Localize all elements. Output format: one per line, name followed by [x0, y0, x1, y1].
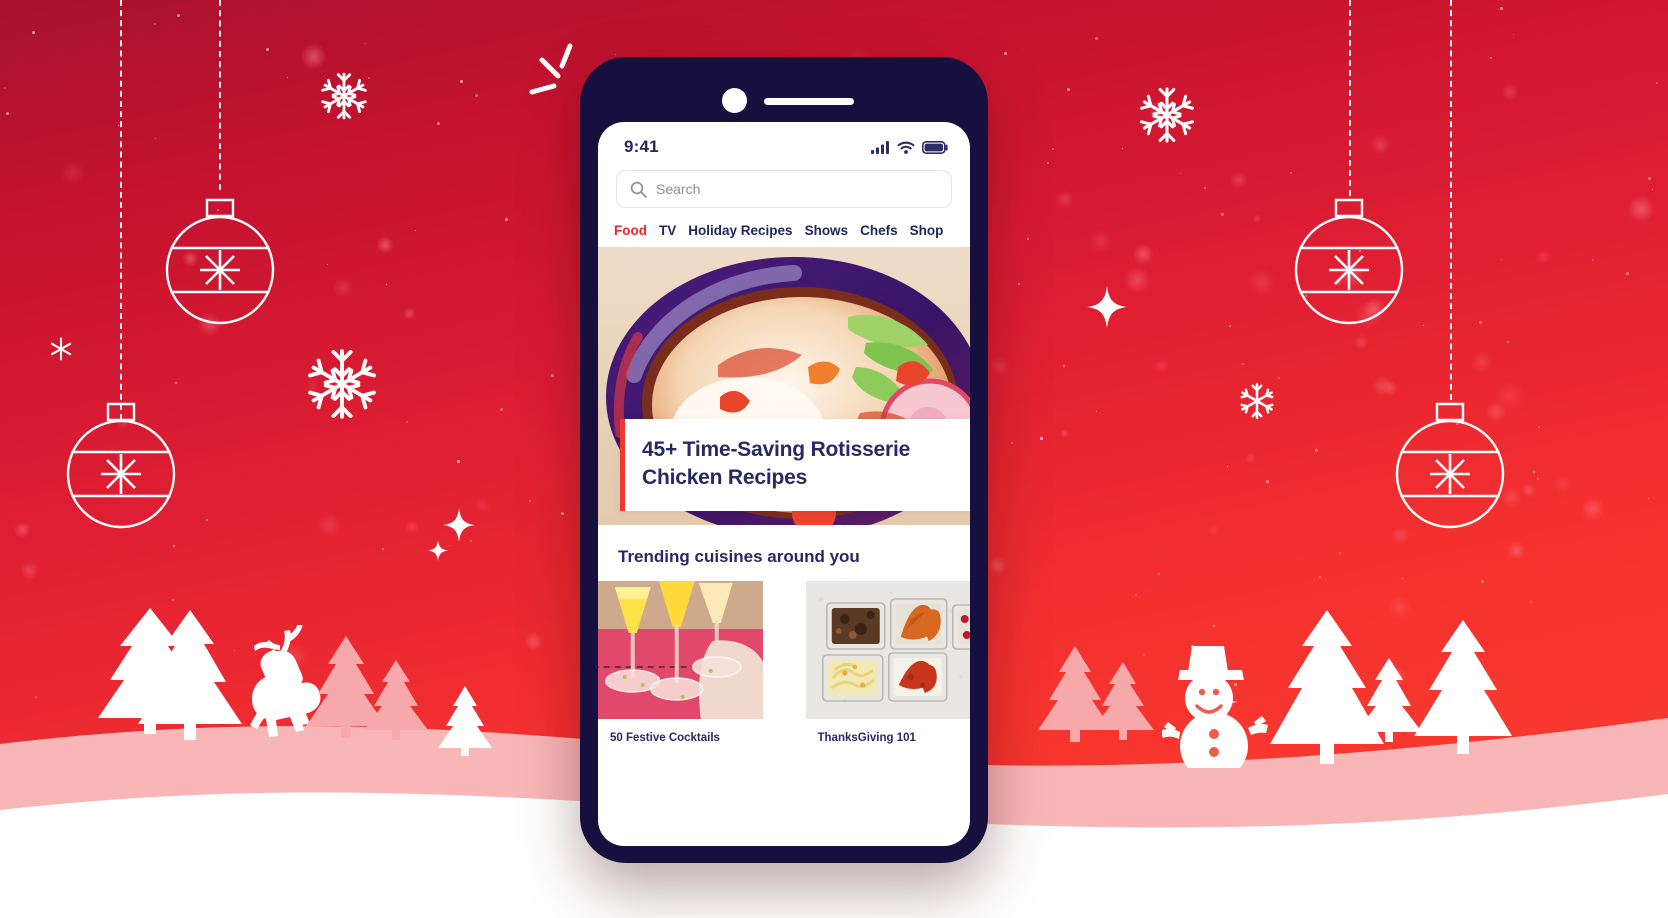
camera-dot-icon — [722, 88, 747, 113]
tab-shows[interactable]: Shows — [805, 223, 849, 238]
search-input[interactable]: Search — [616, 170, 952, 208]
sparkle-star-3 — [428, 540, 448, 561]
cocktails-card-label: 50 Festive Cocktails — [610, 732, 720, 744]
holiday-promo-scene: 9:41 Search Food TV Holiday Recipes Show… — [0, 0, 1668, 918]
tree-small-left-2 — [364, 660, 428, 740]
tree-small-left-1 — [306, 636, 386, 738]
hero-banner[interactable]: 45+ Time-Saving Rotisserie Chicken Recip… — [598, 247, 970, 525]
tree-right-2 — [1092, 662, 1154, 740]
tree-right-3 — [1270, 610, 1384, 764]
tab-holiday-recipes[interactable]: Holiday Recipes — [688, 223, 792, 238]
snowflake-icon-3 — [50, 337, 72, 361]
category-nav: Food TV Holiday Recipes Shows Chefs Shop — [598, 208, 970, 247]
sparkle-star-2 — [443, 508, 475, 542]
tab-shop[interactable]: Shop — [910, 223, 944, 238]
thanksgiving-thumbnail — [805, 581, 970, 719]
tree-large-left — [138, 610, 242, 740]
tree-right-1 — [1038, 646, 1112, 742]
snowflake-icon-2 — [308, 349, 376, 419]
snowflake-icon-4 — [1140, 87, 1194, 143]
ornament-bottom-right — [1395, 402, 1505, 529]
ornament-string-2 — [219, 0, 221, 190]
cocktails-thumbnail — [598, 581, 763, 719]
ornament-top-right — [1294, 198, 1404, 325]
status-icons — [871, 140, 948, 154]
ornament-string-3 — [1349, 0, 1351, 196]
search-placeholder: Search — [656, 181, 701, 197]
reindeer-icon — [250, 625, 321, 737]
snowflake-icon-5 — [1240, 382, 1274, 420]
battery-icon — [922, 140, 948, 154]
tree-far-right — [1414, 620, 1512, 754]
phone-screen: 9:41 Search Food TV Holiday Recipes Show… — [598, 122, 970, 846]
search-area: Search — [598, 166, 970, 208]
trending-card-cocktails[interactable]: 50 Festive Cocktails — [598, 581, 763, 744]
tree-mid-left — [438, 686, 492, 756]
status-bar: 9:41 — [598, 122, 970, 166]
snowman-icon — [1162, 646, 1268, 768]
thanksgiving-card-label: ThanksGiving 101 — [817, 732, 916, 744]
ornament-string-4 — [1450, 0, 1452, 400]
tree-group-left — [98, 608, 202, 734]
search-icon — [630, 181, 647, 198]
tab-tv[interactable]: TV — [659, 223, 676, 238]
hero-headline-card[interactable]: 45+ Time-Saving Rotisserie Chicken Recip… — [620, 419, 970, 511]
ornament-string-1 — [120, 0, 122, 420]
tree-right-4 — [1356, 658, 1422, 742]
wifi-icon — [897, 141, 915, 154]
trending-card-thanksgiving[interactable]: ThanksGiving 101 — [805, 581, 970, 744]
ornament-top-left — [165, 198, 275, 325]
status-time: 9:41 — [624, 137, 659, 156]
tab-food[interactable]: Food — [614, 223, 647, 238]
sparkle-star-1 — [1087, 286, 1127, 328]
speaker-bar-icon — [764, 98, 854, 105]
trending-section-title: Trending cuisines around you — [618, 547, 860, 566]
tab-chefs[interactable]: Chefs — [860, 223, 898, 238]
snowflake-icon-1 — [321, 72, 367, 120]
cellular-signal-icon — [871, 140, 889, 154]
trending-card-list: 50 Festive Cocktails ThanksGiving 101 — [598, 581, 970, 744]
hero-headline: 45+ Time-Saving Rotisserie Chicken Recip… — [642, 438, 911, 490]
phone-mockup: 9:41 Search Food TV Holiday Recipes Show… — [580, 57, 988, 863]
